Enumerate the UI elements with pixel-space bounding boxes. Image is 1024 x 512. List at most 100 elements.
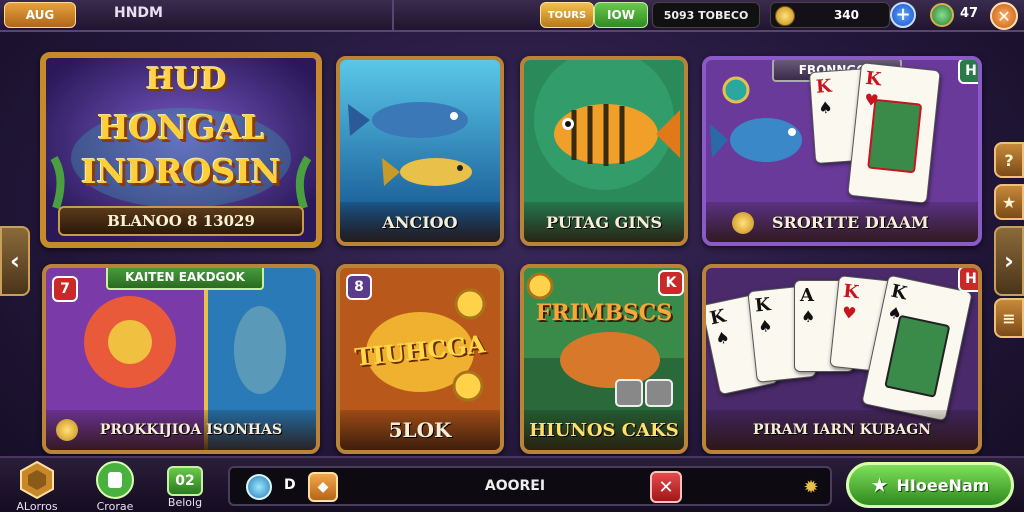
star-icon: ★ <box>870 473 889 497</box>
game-card-prokkijioa[interactable]: KAITEN EAKDGOK 7 PROKKIJIOA ISONHAS <box>42 264 320 454</box>
card-face-art <box>867 98 923 174</box>
badge-label: 7 <box>60 281 70 297</box>
shop-icon <box>94 460 136 500</box>
tobeco-label: 5093 TOBECO <box>663 8 749 22</box>
now-label: IOW <box>607 8 635 22</box>
coin-value: 340 <box>833 8 859 22</box>
game-card-srortte-diaam[interactable]: FBONNGOX K ♠ K ♥ H SRORTTE DIAAM <box>702 56 982 246</box>
play-now-button[interactable]: ★ HIoeeNam <box>846 462 1014 508</box>
aug-label: AUG <box>25 8 55 22</box>
coin-balance: 340 <box>770 2 890 28</box>
gem-icon <box>246 474 272 500</box>
badge-label: 8 <box>354 279 364 295</box>
star-icon: ★ <box>1001 192 1017 212</box>
card-badge: H <box>958 268 978 292</box>
menu-icon: ≡ <box>1002 308 1016 328</box>
card-rank: K <box>708 305 728 330</box>
now-button[interactable]: IOW <box>594 2 648 28</box>
tobeco-display: 5093 TOBECO <box>652 2 760 28</box>
nav-belolg[interactable]: 02 Belolg <box>150 458 220 512</box>
heart-icon: ♥ <box>841 302 858 324</box>
playing-card-face: K ♥ <box>847 62 941 204</box>
card-label: 5LOK <box>340 410 500 450</box>
close-icon: ✕ <box>658 476 674 498</box>
nav-label: Belolg <box>167 496 203 509</box>
side-favorite-button[interactable]: ★ <box>994 184 1024 220</box>
hexagon-badge-icon <box>16 460 58 500</box>
gear-icon[interactable]: ✹ <box>800 476 822 498</box>
nav-icon-box: 02 <box>167 466 203 496</box>
game-card-putag-gins[interactable]: PUTAG GINS <box>520 56 688 246</box>
card-badge: K <box>658 270 684 296</box>
chat-emote-button[interactable]: ◆ <box>308 472 338 502</box>
side-menu-button[interactable]: ≡ <box>994 298 1024 338</box>
card-label: PUTAG GINS <box>524 202 684 242</box>
close-button[interactable]: ✕ <box>990 2 1018 30</box>
card-banner: KAITEN EAKDGOK <box>106 268 264 290</box>
card-badge: H <box>958 60 978 84</box>
card-badge: 7 <box>52 276 78 302</box>
top-bar: AUG HNDM TOURS IOW 5093 TOBECO 340 + 47 … <box>0 0 1024 32</box>
plus-icon: + <box>895 4 911 25</box>
spade-icon: ♠ <box>757 316 774 337</box>
gem-icon <box>930 3 954 27</box>
tours-button[interactable]: TOURS <box>540 2 594 28</box>
hud-title: HNDM <box>114 5 163 21</box>
card-rank: K <box>815 75 833 98</box>
help-icon: ? <box>1004 150 1014 170</box>
hero-title-line-2: INDROSIN <box>81 152 281 191</box>
hero-footer: BLANOO 8 13029 <box>58 206 304 236</box>
game-card-5lok[interactable]: 8 TIUHCGA 5LOK <box>336 264 504 454</box>
hero-title-line-1: HONGAL <box>97 108 265 147</box>
chevron-right-icon: › <box>1004 247 1014 275</box>
chat-bar[interactable]: D ◆ AOOREI ✕ ✹ <box>228 466 832 506</box>
side-help-button[interactable]: ? <box>994 142 1024 178</box>
chat-message: AOOREI <box>484 478 546 494</box>
fish-icon <box>372 102 468 138</box>
card-label: SRORTTE DIAAM <box>706 202 978 242</box>
card-rank: A <box>800 285 814 306</box>
card-label: PROKKIJIOA ISONHAS <box>46 410 316 450</box>
card-label-text: PROKKIJIOA ISONHAS <box>99 422 283 438</box>
badge-label: H <box>965 271 977 287</box>
nav-label: ALorros <box>16 500 58 512</box>
featured-game-card[interactable]: HUD HONGAL INDROSIN BLANOO 8 13029 <box>40 52 322 248</box>
add-coins-button[interactable]: + <box>890 2 916 28</box>
card-rank: K <box>889 280 909 305</box>
top-divider <box>392 0 394 32</box>
coin-icon <box>732 212 754 234</box>
card-title: FRIMBSCS <box>535 300 673 326</box>
scroll-right-button[interactable]: › <box>994 226 1024 296</box>
badge-label: H <box>965 63 977 79</box>
game-card-hiunos-caks[interactable]: K FRIMBSCS HIUNOS CAKS <box>520 264 688 454</box>
card-label: ANCIOO <box>340 202 500 242</box>
badge-label: K <box>665 275 677 291</box>
chevron-left-icon: ‹ <box>10 247 20 275</box>
coin-icon <box>775 6 795 26</box>
close-icon: ✕ <box>997 6 1011 26</box>
nav-alorros[interactable]: ALorros <box>2 458 72 512</box>
coin-icon <box>56 419 78 441</box>
spade-icon: ♠ <box>817 97 834 118</box>
spade-icon: ♠ <box>713 327 732 349</box>
card-label: HIUNOS CAKS <box>524 410 684 450</box>
game-card-ancioo[interactable]: ANCIOO <box>336 56 504 246</box>
card-rank: K <box>842 280 860 304</box>
game-card-piram-iarn[interactable]: K ♠ K ♠ A ♠ K ♥ K ♠ H PIRAM IARN KUBAGN <box>702 264 982 454</box>
cta-label: HIoeeNam <box>896 475 990 495</box>
card-label-text: SRORTTE DIAAM <box>772 212 929 232</box>
chat-close-button[interactable]: ✕ <box>650 471 682 503</box>
diamond-icon: ◆ <box>317 479 329 495</box>
aug-button[interactable]: AUG <box>4 2 76 28</box>
chat-d-label: D <box>284 477 296 493</box>
nav-icon-text: 02 <box>175 473 195 489</box>
tours-label: TOURS <box>547 9 587 21</box>
scroll-left-button[interactable]: ‹ <box>0 226 30 296</box>
gem-value: 47 <box>960 6 979 21</box>
card-rank: K <box>864 67 883 91</box>
card-rank: K <box>753 294 772 317</box>
card-badge: 8 <box>346 274 372 300</box>
spade-icon: ♠ <box>801 307 816 326</box>
nav-crorae[interactable]: Crorae <box>80 458 150 512</box>
card-face-art <box>884 314 951 398</box>
